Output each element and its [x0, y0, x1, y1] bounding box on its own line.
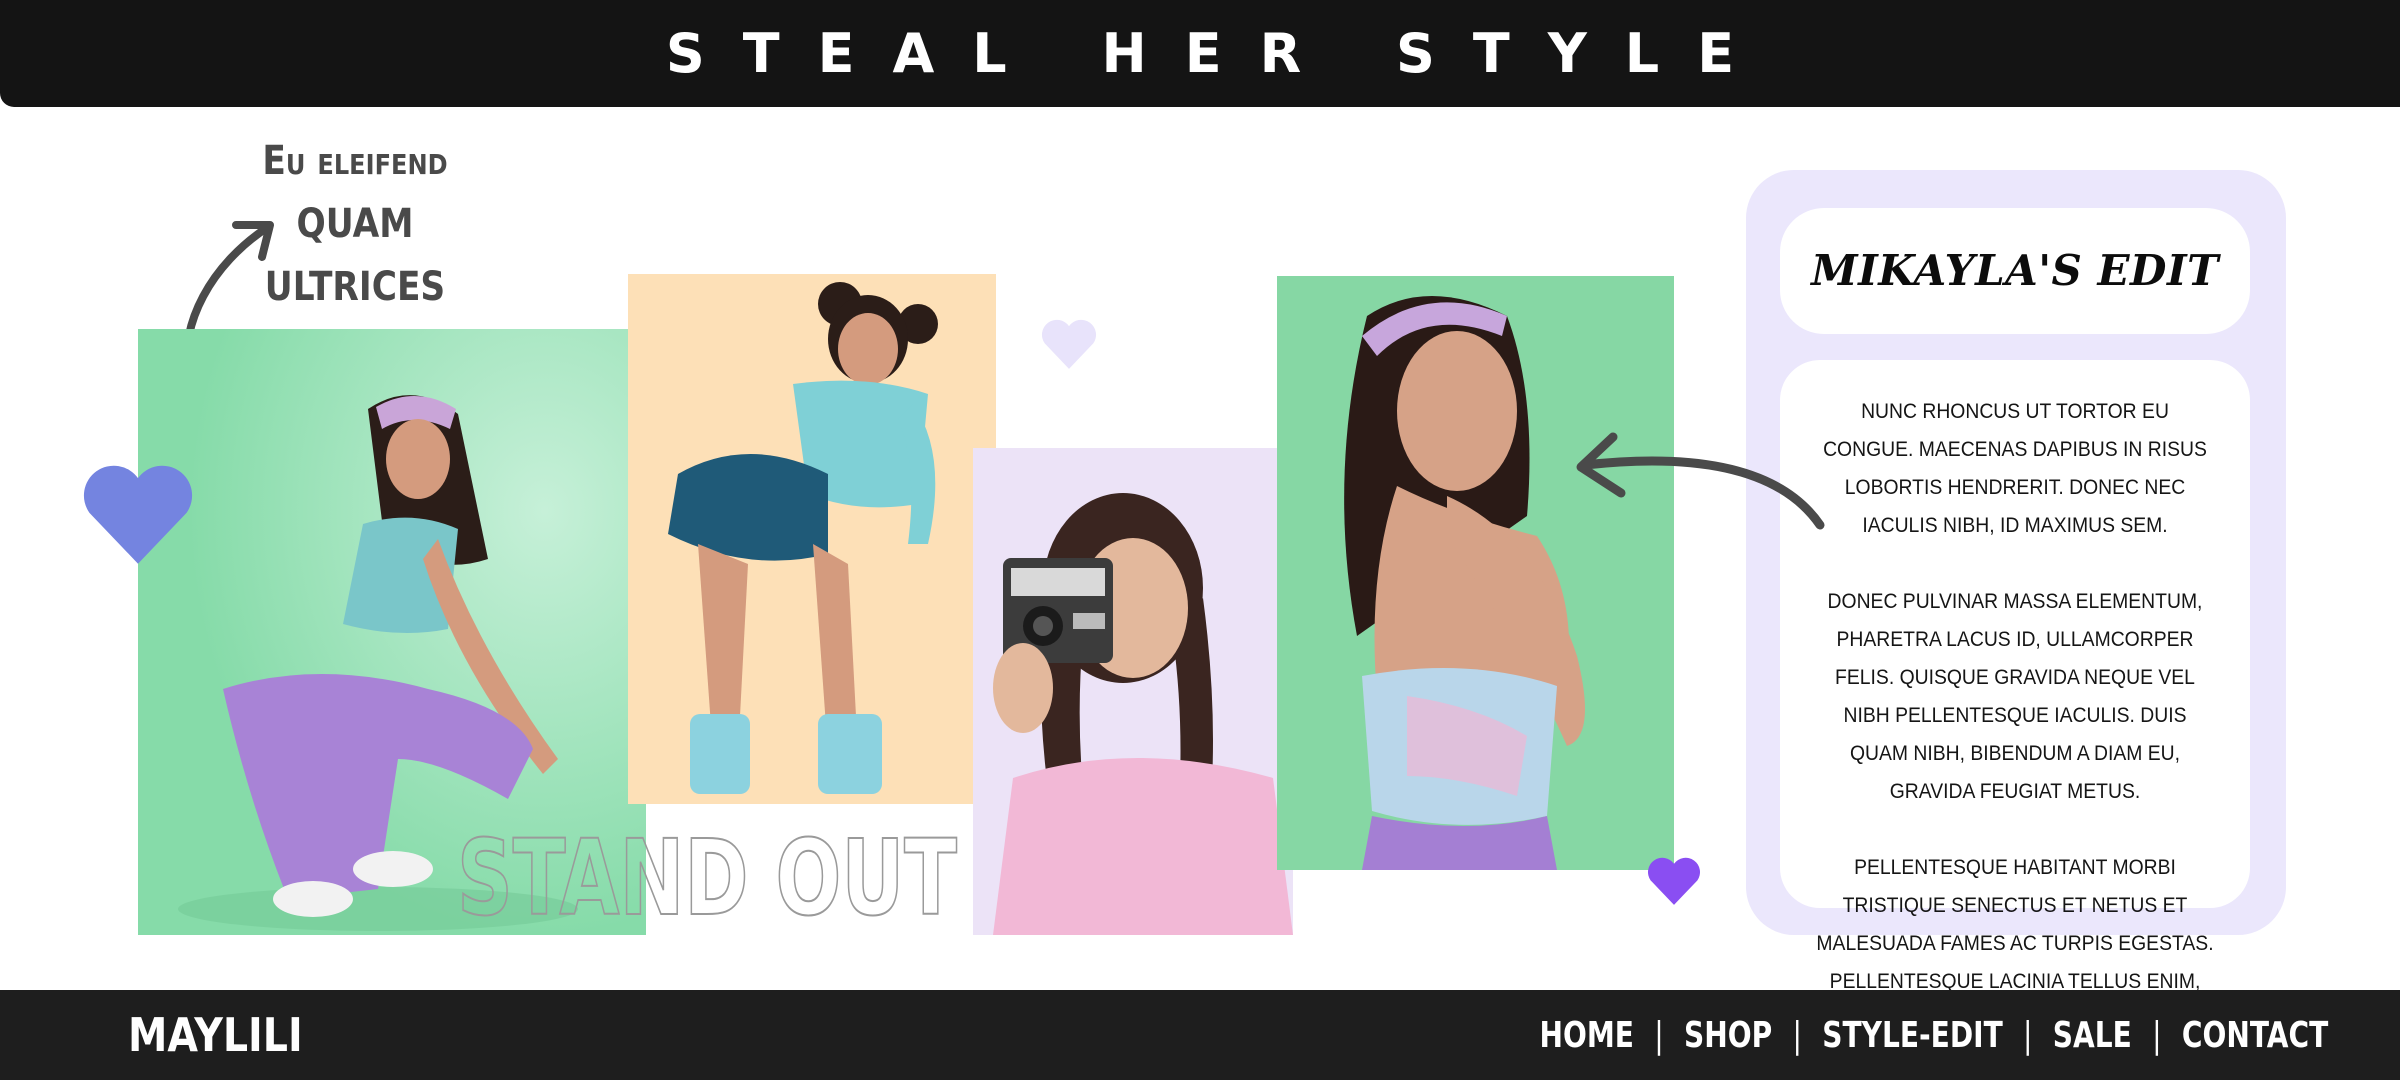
- model-photo-standing: [628, 274, 996, 804]
- nav-home[interactable]: HOME: [1539, 1015, 1634, 1056]
- tagline-line-1: Eu eleifend: [262, 138, 448, 184]
- nav-separator: |: [2022, 1014, 2033, 1056]
- heart-icon: [1647, 857, 1701, 905]
- page-title: STEAL HER STYLE: [665, 22, 1773, 85]
- brand-logo[interactable]: MAYLILI: [128, 990, 303, 1080]
- model-photo-portrait: [1277, 276, 1674, 870]
- edit-paragraph: Nunc rhoncus ut tortor eu congue. Maecen…: [1823, 399, 2207, 537]
- heart-icon: [83, 465, 193, 564]
- heart-icon: [1041, 319, 1097, 369]
- model-photo-camera: [973, 448, 1293, 935]
- stand-out-text: STAND OUT: [457, 818, 957, 928]
- edit-paragraph: Donec pulvinar massa elementum, pharetra…: [1827, 589, 2203, 803]
- curved-arrow-icon: [1576, 432, 1825, 530]
- edit-title-card: MIKAYLA'S EDIT: [1780, 208, 2250, 334]
- nav-shop[interactable]: SHOP: [1684, 1015, 1772, 1056]
- edit-title: MIKAYLA'S EDIT: [1811, 246, 2219, 295]
- stand-out-decor: STAND OUT: [456, 818, 958, 928]
- nav-separator: |: [1792, 1014, 1802, 1056]
- nav-contact[interactable]: CONTACT: [2182, 1015, 2328, 1056]
- edit-body-text: Nunc rhoncus ut tortor eu congue. Maecen…: [1816, 392, 2214, 1076]
- footer-nav: HOME | SHOP | STYLE-EDIT | SALE | CONTAC…: [1539, 990, 2328, 1080]
- nav-sale[interactable]: SALE: [2052, 1015, 2131, 1056]
- top-banner: STEAL HER STYLE: [0, 0, 2400, 107]
- edit-body-card: Nunc rhoncus ut tortor eu congue. Maecen…: [1780, 360, 2250, 1031]
- nav-separator: |: [2151, 1014, 2162, 1056]
- nav-style-edit[interactable]: STYLE-EDIT: [1822, 1015, 2003, 1056]
- nav-separator: |: [1653, 1014, 1664, 1056]
- footer-bar: MAYLILI HOME | SHOP | STYLE-EDIT | SALE …: [0, 990, 2400, 1080]
